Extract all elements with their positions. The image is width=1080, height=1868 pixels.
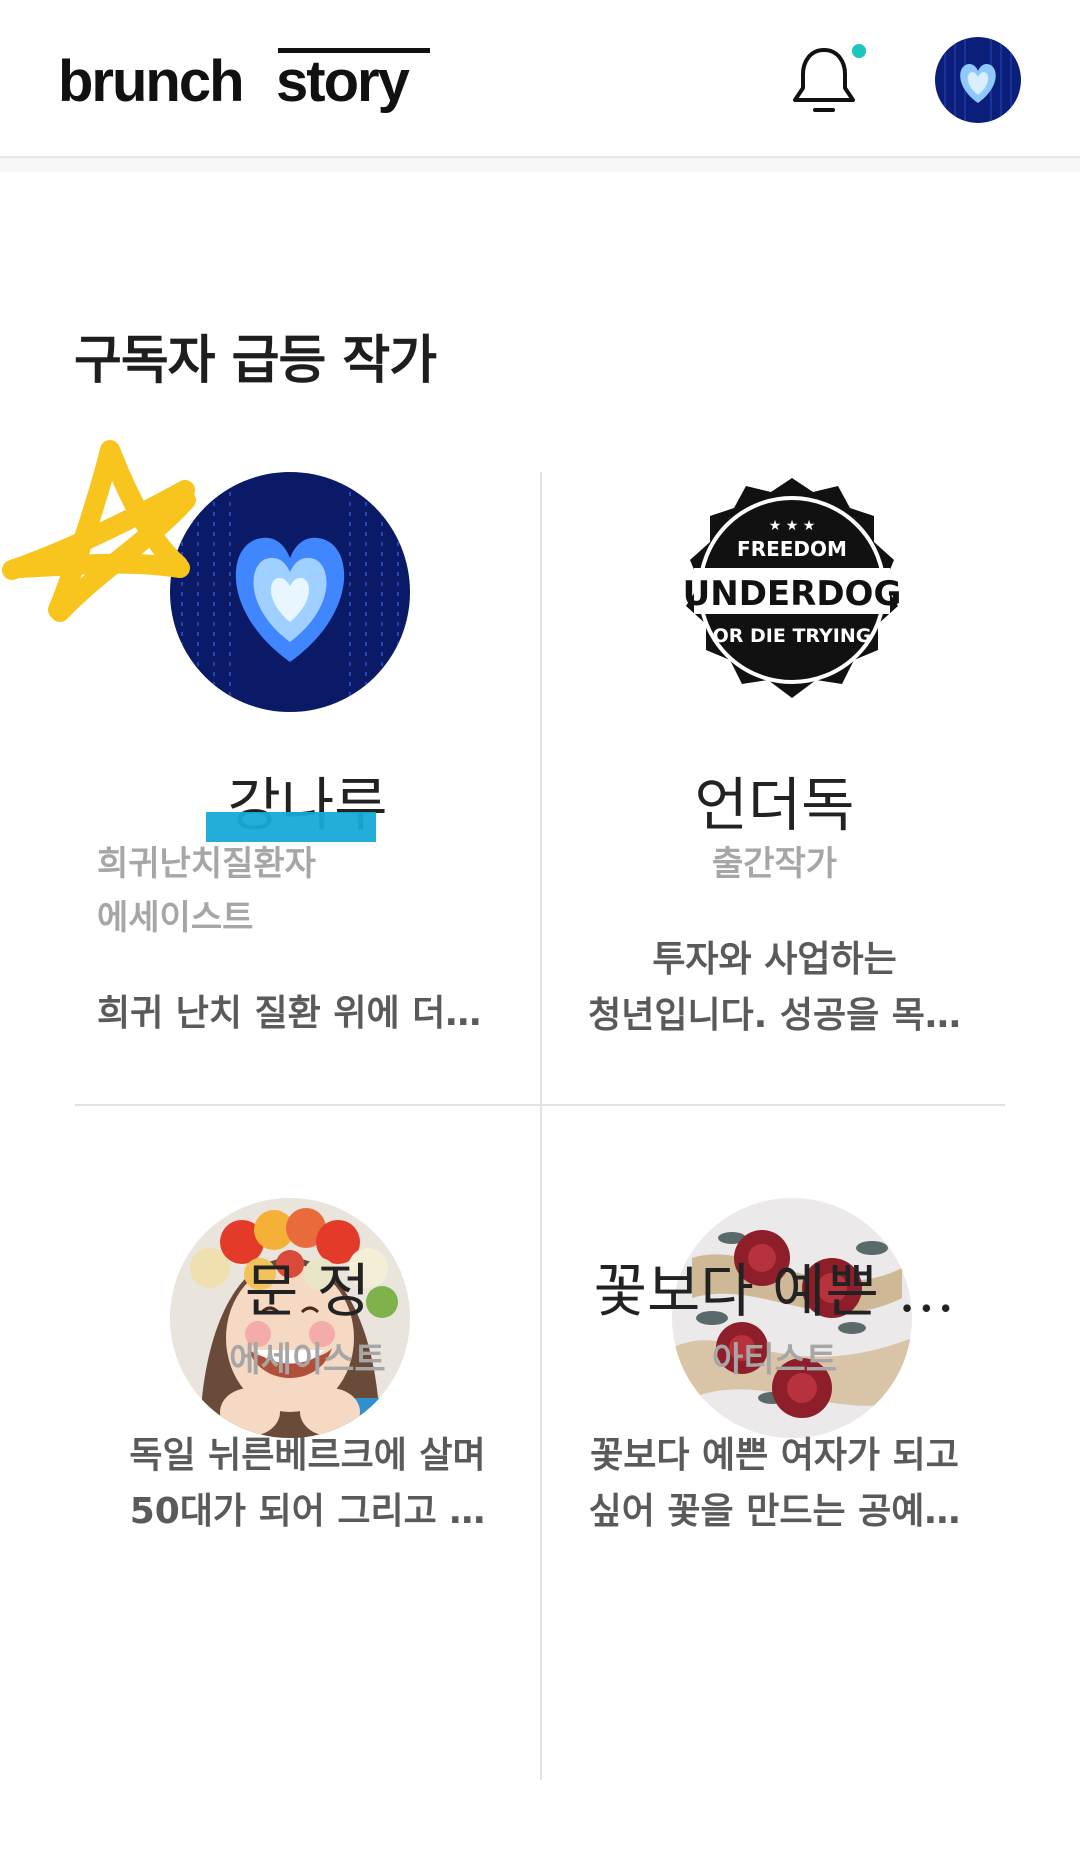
author-name: 문 정: [244, 1257, 371, 1325]
author-role: 에세이스트: [97, 898, 254, 938]
author-avatar: ★ ★ ★ FREEDOM UNDERDOG OR DIE TRYING: [672, 472, 912, 712]
author-card[interactable]: 문 정 에세이스트 독일 뉘른베르크에 살며 50대가 되어 그리고 …: [75, 1106, 540, 1780]
section-title: 구독자 급등 작가: [74, 331, 437, 391]
author-role: 아티스트: [711, 1340, 838, 1380]
profile-avatar[interactable]: [935, 37, 1021, 123]
author-name: 언더독: [694, 771, 855, 839]
badge-top-text: FREEDOM: [737, 537, 847, 561]
author-avatar: [170, 472, 410, 712]
logo-word-brunch: brunch: [58, 49, 245, 114]
author-role: 희귀난치질환자: [97, 844, 316, 884]
author-description: 청년입니다. 성공을 목…: [588, 995, 961, 1036]
yellow-star-scribble: [2, 440, 196, 622]
header-shadow: [0, 158, 1080, 172]
author-card[interactable]: ★ ★ ★ FREEDOM UNDERDOG OR DIE TRYING 언더독…: [542, 470, 1007, 1104]
author-role: 출간작가: [711, 844, 838, 884]
author-description: 싶어 꽃을 만드는 공예…: [588, 1491, 961, 1532]
author-description: 50대가 되어 그리고 …: [129, 1491, 486, 1532]
notification-dot: [852, 44, 866, 58]
author-description: 꽃보다 예쁜 여자가 되고: [590, 1435, 959, 1476]
author-description: 투자와 사업하는: [652, 939, 897, 980]
badge-bottom-text: OR DIE TRYING: [713, 625, 872, 647]
author-description: 희귀 난치 질환 위에 더…: [97, 993, 482, 1034]
logo-word-story: story: [276, 49, 410, 114]
badge-main-text: UNDERDOG: [683, 574, 902, 614]
app-header: brunch story: [0, 0, 1080, 158]
author-name: 꽃보다 예쁜 …: [593, 1257, 956, 1325]
author-role: 에세이스트: [229, 1340, 386, 1380]
author-description: 독일 뉘른베르크에 살며: [129, 1435, 486, 1476]
brunch-logo[interactable]: brunch story: [58, 44, 438, 124]
blue-highlight-underline: [206, 812, 376, 842]
svg-text:★ ★ ★: ★ ★ ★: [769, 518, 816, 534]
author-card[interactable]: 꽃보다 예쁜 … 아티스트 꽃보다 예쁜 여자가 되고 싶어 꽃을 만드는 공예…: [542, 1106, 1007, 1780]
